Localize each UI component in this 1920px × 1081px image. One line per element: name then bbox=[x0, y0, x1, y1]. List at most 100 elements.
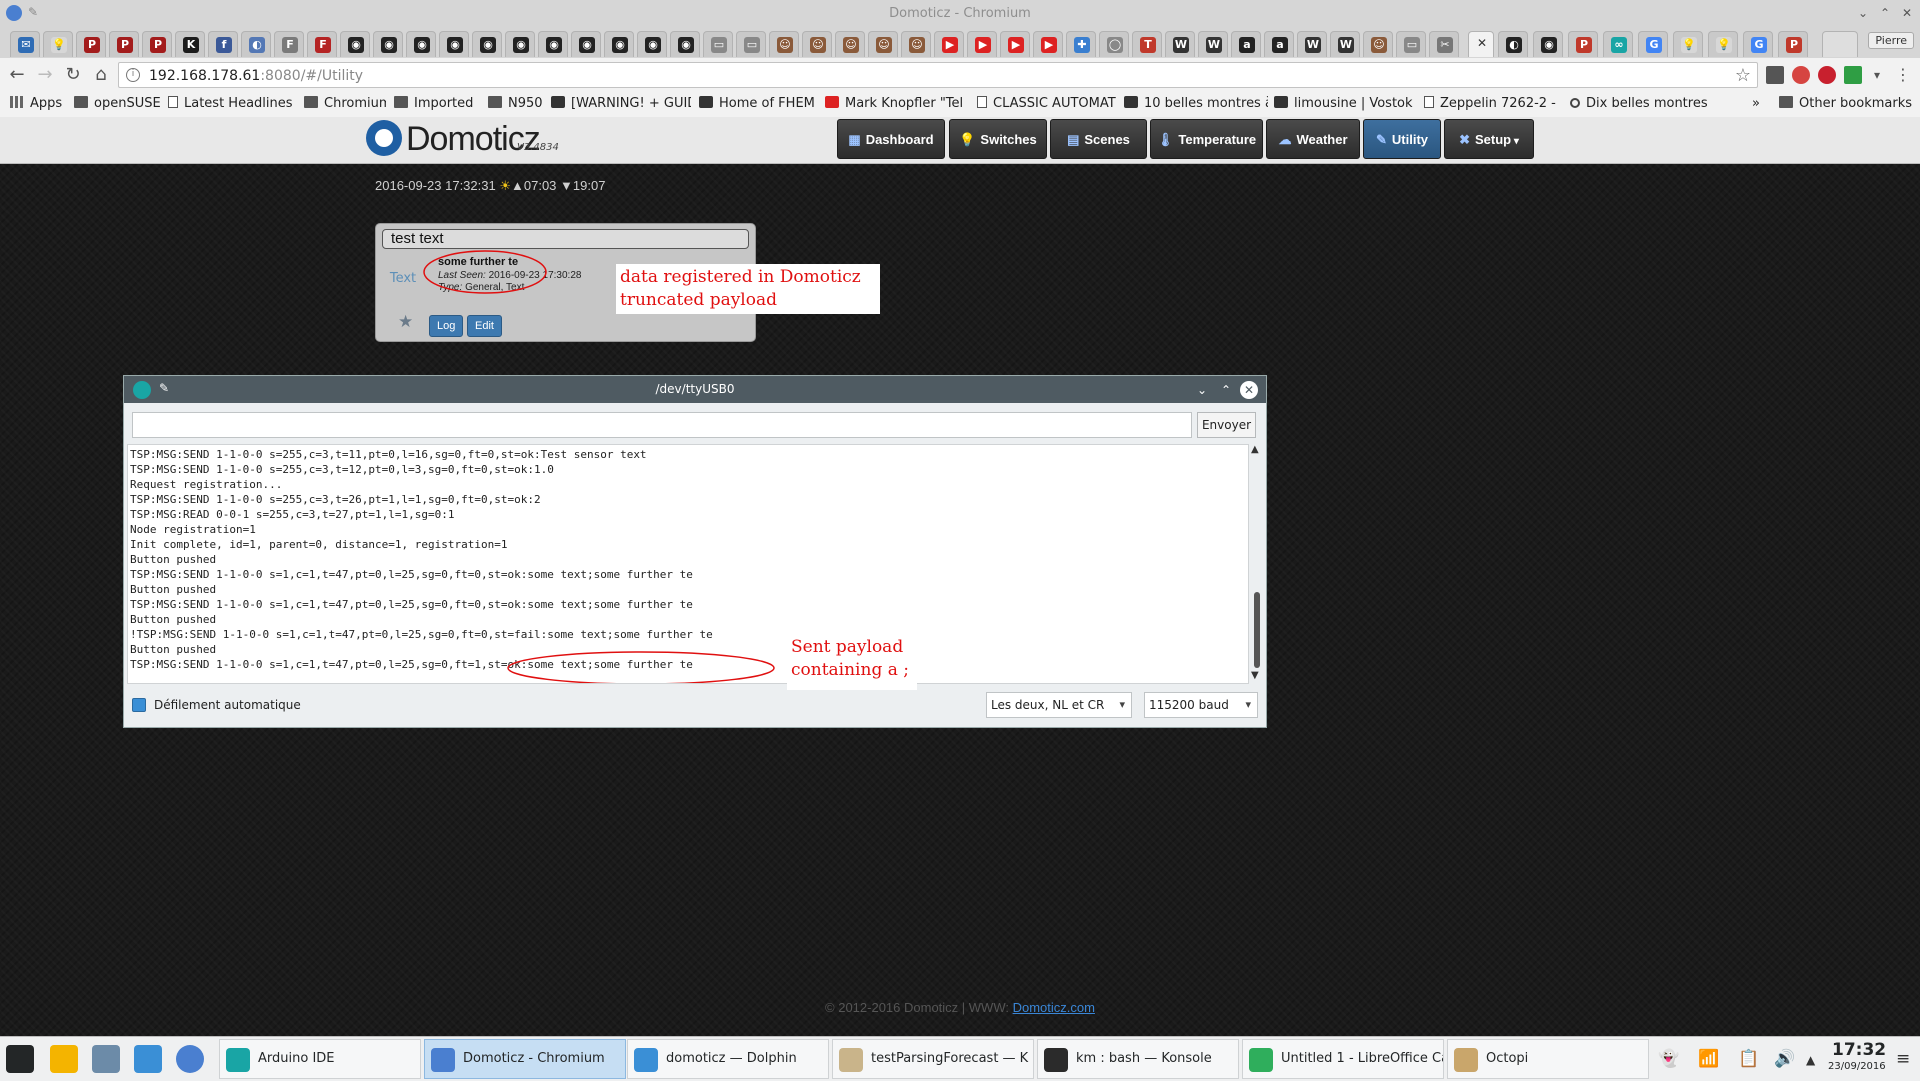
back-button[interactable]: ← bbox=[6, 64, 28, 86]
taskbar-task[interactable]: Domoticz - Chromium bbox=[424, 1039, 626, 1079]
baud-rate-select[interactable]: 115200 baud ▾ bbox=[1144, 692, 1258, 718]
tab[interactable]: W bbox=[1330, 31, 1360, 57]
bookmark-item[interactable]: [WARNING! + GUID bbox=[551, 96, 691, 114]
tray-expand-icon[interactable]: ▲ bbox=[1806, 1053, 1815, 1067]
tab[interactable]: ☺ bbox=[835, 31, 865, 57]
ghostery-extension-icon[interactable] bbox=[1792, 66, 1810, 84]
tab[interactable]: ◉ bbox=[604, 31, 634, 57]
bookmark-item[interactable]: openSUSE bbox=[74, 96, 160, 114]
url-text[interactable]: 192.168.178.61:8080/#/Utility bbox=[149, 68, 363, 84]
tab[interactable]: ▶ bbox=[1033, 31, 1063, 57]
opera-extension-icon[interactable] bbox=[1818, 66, 1836, 84]
tab[interactable]: P bbox=[1568, 31, 1598, 57]
image-launcher-icon[interactable] bbox=[134, 1045, 162, 1073]
tab[interactable]: ▭ bbox=[1396, 31, 1426, 57]
favorite-star-icon[interactable]: ★ bbox=[398, 312, 413, 332]
bookmarks-overflow-button[interactable]: » bbox=[1752, 96, 1760, 114]
tab[interactable]: ☺ bbox=[868, 31, 898, 57]
scroll-down-icon[interactable]: ▼ bbox=[1251, 670, 1259, 681]
tab[interactable]: W bbox=[1165, 31, 1195, 57]
taskbar-task[interactable]: Arduino IDE bbox=[219, 1039, 421, 1079]
tab[interactable]: ◉ bbox=[670, 31, 700, 57]
tab[interactable]: P bbox=[76, 31, 106, 57]
forward-button[interactable]: → bbox=[34, 64, 56, 86]
bookmark-item[interactable]: CLASSIC AUTOMAT bbox=[977, 96, 1117, 114]
tab[interactable]: ◉ bbox=[538, 31, 568, 57]
tab[interactable]: F bbox=[307, 31, 337, 57]
kde-menu-icon[interactable] bbox=[6, 1045, 34, 1073]
footer-link[interactable]: Domoticz.com bbox=[1013, 1000, 1095, 1015]
edit-button[interactable]: Edit bbox=[467, 315, 502, 337]
close-button[interactable]: ✕ bbox=[1900, 6, 1914, 20]
taskbar-task[interactable]: testParsingForecast — K bbox=[832, 1039, 1034, 1079]
bookmark-item[interactable]: Mark Knopfler "Tel bbox=[825, 96, 973, 114]
clock-date[interactable]: 23/09/2016 bbox=[1828, 1061, 1886, 1072]
bookmark-item[interactable]: Imported bbox=[394, 96, 480, 114]
hamburger-menu-icon[interactable]: ≡ bbox=[1896, 1049, 1910, 1069]
tab[interactable]: F bbox=[274, 31, 304, 57]
taskbar-task[interactable]: domoticz — Dolphin bbox=[627, 1039, 829, 1079]
tab[interactable]: W bbox=[1198, 31, 1228, 57]
bookmark-item[interactable]: Zeppelin 7262-2 - fe bbox=[1424, 96, 1560, 114]
bookmark-item[interactable]: limousine | Vostok bbox=[1274, 96, 1418, 114]
tab[interactable]: ☺ bbox=[769, 31, 799, 57]
reload-button[interactable]: ↻ bbox=[62, 64, 84, 86]
drive-extension-icon[interactable] bbox=[1844, 66, 1862, 84]
tab[interactable]: ▭ bbox=[736, 31, 766, 57]
bookmark-item[interactable]: Apps bbox=[10, 96, 64, 114]
serial-output[interactable]: TSP:MSG:SEND 1-1-0-0 s=255,c=3,t=11,pt=0… bbox=[127, 444, 1249, 684]
home-button[interactable]: ⌂ bbox=[90, 64, 112, 86]
chromium-launcher-icon[interactable] bbox=[176, 1045, 204, 1073]
clock-time[interactable]: 17:32 bbox=[1832, 1040, 1886, 1060]
tab[interactable]: ∞ bbox=[1603, 31, 1633, 57]
scroll-up-icon[interactable]: ▲ bbox=[1251, 444, 1259, 455]
tab[interactable]: ◉ bbox=[406, 31, 436, 57]
nav-temperature[interactable]: 🌡 Temperature bbox=[1150, 119, 1263, 159]
bookmark-item[interactable]: Dix belles montres bbox=[1570, 96, 1710, 114]
tab[interactable]: ▶ bbox=[934, 31, 964, 57]
tab[interactable]: ✚ bbox=[1066, 31, 1096, 57]
maximize-button[interactable]: ⌃ bbox=[1217, 381, 1235, 399]
tab[interactable]: ✉ bbox=[10, 31, 40, 57]
log-button[interactable]: Log bbox=[429, 315, 464, 337]
nav-switches[interactable]: 💡 Switches bbox=[949, 119, 1047, 159]
tab[interactable]: ◉ bbox=[505, 31, 535, 57]
tab[interactable]: P bbox=[109, 31, 139, 57]
volume-icon[interactable]: 🔊 bbox=[1774, 1049, 1795, 1069]
bookmark-item[interactable]: Chromium bbox=[304, 96, 386, 114]
line-ending-select[interactable]: Les deux, NL et CR ▾ bbox=[986, 692, 1132, 718]
minimize-button[interactable]: ⌄ bbox=[1193, 381, 1211, 399]
taskbar-task[interactable]: Octopi bbox=[1447, 1039, 1649, 1079]
omnibox[interactable]: i 192.168.178.61:8080/#/Utility ☆ bbox=[118, 62, 1758, 88]
tab[interactable]: ▶ bbox=[967, 31, 997, 57]
other-bookmarks-folder[interactable]: Other bookmarks bbox=[1779, 96, 1912, 114]
tab[interactable]: ◉ bbox=[373, 31, 403, 57]
bookmark-item[interactable]: N950 bbox=[488, 96, 544, 114]
domoticz-logo-icon[interactable] bbox=[366, 120, 402, 156]
desktop-launcher-icon[interactable] bbox=[92, 1045, 120, 1073]
autoscroll-checkbox[interactable] bbox=[132, 698, 146, 712]
tab-active[interactable]: ✕ bbox=[1468, 31, 1494, 57]
notes-launcher-icon[interactable] bbox=[50, 1045, 78, 1073]
taskbar-task[interactable]: Untitled 1 - LibreOffice Ca bbox=[1242, 1039, 1444, 1079]
tab[interactable]: ◯ bbox=[1099, 31, 1129, 57]
tab[interactable]: G bbox=[1743, 31, 1773, 57]
nav-utility[interactable]: ✎ Utility bbox=[1363, 119, 1441, 159]
domoticz-brand[interactable]: Domoticz bbox=[406, 120, 541, 159]
ghost-tray-icon[interactable]: 👻 bbox=[1658, 1049, 1679, 1069]
bookmark-item[interactable]: 10 belles montres à bbox=[1124, 96, 1268, 114]
tab[interactable]: P bbox=[142, 31, 172, 57]
menu-icon[interactable]: ⋮ bbox=[1892, 64, 1914, 86]
send-button[interactable]: Envoyer bbox=[1197, 412, 1256, 438]
tab[interactable]: ◉ bbox=[439, 31, 469, 57]
scroll-thumb[interactable] bbox=[1254, 592, 1260, 668]
tab[interactable]: 💡 bbox=[1673, 31, 1703, 57]
profile-badge[interactable]: Pierre bbox=[1868, 32, 1914, 49]
mail-extension-icon[interactable] bbox=[1766, 66, 1784, 84]
tab[interactable]: ☺ bbox=[1363, 31, 1393, 57]
nav-setup[interactable]: ✖ Setup ▾ bbox=[1444, 119, 1534, 159]
tab[interactable]: W bbox=[1297, 31, 1327, 57]
tab[interactable]: ◐ bbox=[241, 31, 271, 57]
clipboard-icon[interactable]: 📋 bbox=[1738, 1049, 1759, 1069]
tab[interactable]: ◉ bbox=[340, 31, 370, 57]
